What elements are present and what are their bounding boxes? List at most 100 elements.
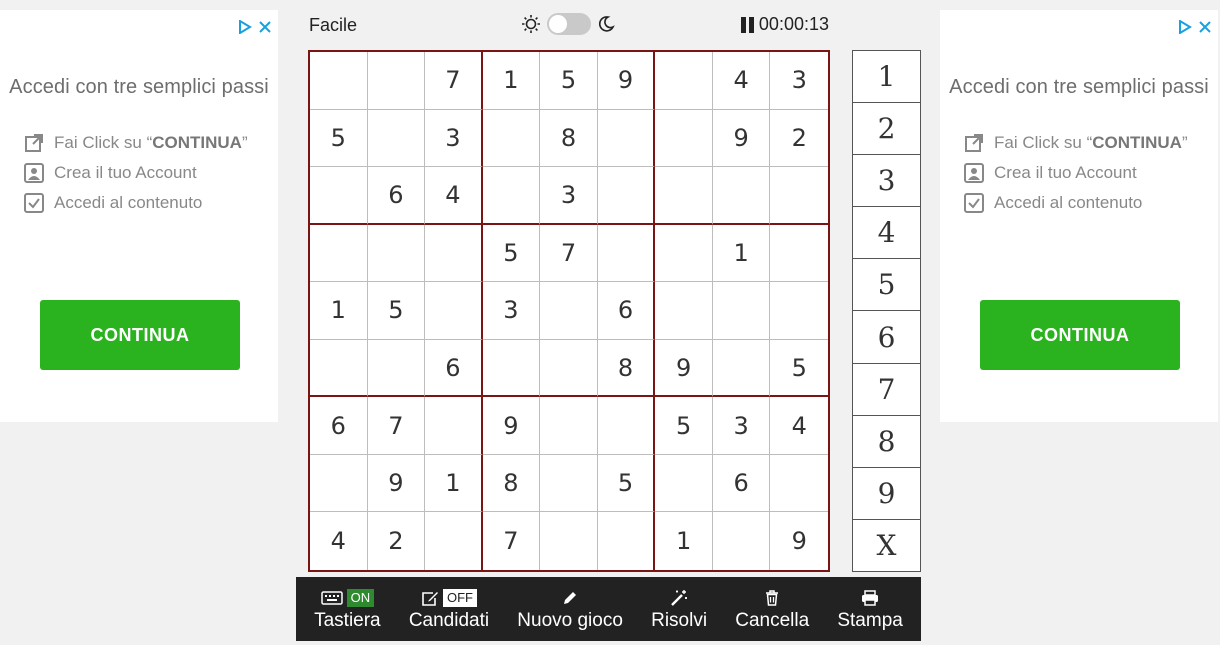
clear-button[interactable]: Cancella — [735, 586, 809, 632]
sudoku-cell[interactable]: 3 — [482, 282, 541, 340]
sudoku-cell[interactable]: 1 — [712, 224, 771, 283]
sudoku-cell[interactable] — [540, 512, 598, 570]
sudoku-cell[interactable]: 5 — [367, 282, 426, 340]
sudoku-cell[interactable]: 4 — [425, 167, 483, 225]
sudoku-cell[interactable] — [425, 397, 483, 455]
sudoku-cell[interactable]: 2 — [770, 110, 828, 168]
sudoku-cell[interactable]: 5 — [310, 109, 368, 168]
sudoku-cell[interactable] — [540, 339, 598, 398]
sudoku-cell[interactable] — [655, 52, 713, 110]
sudoku-cell[interactable]: 6 — [425, 339, 483, 398]
sudoku-cell[interactable] — [655, 167, 713, 225]
sudoku-cell[interactable] — [770, 282, 828, 340]
close-icon[interactable] — [1198, 20, 1212, 34]
sudoku-cell[interactable] — [713, 512, 771, 570]
sudoku-cell[interactable]: 7 — [367, 397, 426, 455]
adchoices-icon[interactable] — [1178, 20, 1192, 34]
sudoku-cell[interactable] — [367, 339, 426, 398]
numpad-key-3[interactable]: 3 — [853, 155, 920, 208]
adchoices-icon[interactable] — [238, 20, 252, 34]
close-icon[interactable] — [258, 20, 272, 34]
sudoku-cell[interactable]: 4 — [770, 397, 828, 455]
sudoku-cell[interactable] — [770, 455, 828, 513]
ad-continue-button[interactable]: CONTINUA — [40, 300, 240, 370]
sudoku-cell[interactable] — [655, 282, 713, 340]
ad-choices[interactable] — [238, 20, 272, 34]
sudoku-cell[interactable] — [655, 109, 713, 168]
sudoku-cell[interactable] — [540, 454, 598, 513]
sudoku-cell[interactable]: 2 — [368, 512, 426, 570]
sudoku-cell[interactable] — [367, 224, 426, 283]
sudoku-cell[interactable] — [597, 397, 656, 455]
sudoku-cell[interactable]: 3 — [770, 52, 828, 110]
theme-toggle[interactable] — [521, 13, 615, 35]
numpad-key-6[interactable]: 6 — [853, 311, 920, 364]
sudoku-cell[interactable] — [597, 224, 656, 283]
sudoku-cell[interactable] — [540, 397, 598, 455]
print-button[interactable]: Stampa — [837, 586, 903, 632]
sudoku-cell[interactable]: 8 — [540, 109, 598, 168]
sudoku-cell[interactable]: 5 — [770, 340, 828, 398]
sudoku-cell[interactable]: 9 — [712, 109, 771, 168]
sudoku-cell[interactable] — [425, 512, 483, 570]
sudoku-cell[interactable] — [482, 109, 541, 168]
sudoku-cell[interactable] — [597, 109, 656, 168]
sudoku-cell[interactable] — [482, 339, 541, 398]
difficulty-label[interactable]: Facile — [309, 15, 357, 36]
sudoku-cell[interactable] — [367, 109, 426, 168]
numpad-key-8[interactable]: 8 — [853, 416, 920, 468]
sudoku-cell[interactable] — [770, 167, 828, 225]
ad-banner-left[interactable]: Accedi con tre semplici passi Fai Click … — [0, 10, 278, 422]
sudoku-cell[interactable]: 7 — [425, 52, 483, 110]
numpad-key-4[interactable]: 4 — [853, 207, 920, 260]
sudoku-cell[interactable] — [367, 52, 426, 110]
numpad-clear-key[interactable]: X — [853, 520, 920, 571]
sudoku-cell[interactable] — [597, 167, 656, 225]
new-game-button[interactable]: Nuovo gioco — [517, 586, 623, 632]
sudoku-cell[interactable]: 1 — [425, 454, 483, 513]
sudoku-cell[interactable]: 7 — [483, 512, 541, 570]
numpad-key-1[interactable]: 1 — [853, 51, 920, 104]
sudoku-cell[interactable]: 8 — [597, 339, 656, 398]
sudoku-cell[interactable] — [310, 339, 368, 398]
sudoku-cell[interactable]: 4 — [310, 512, 368, 570]
sudoku-cell[interactable]: 3 — [425, 109, 483, 168]
sudoku-cell[interactable] — [310, 454, 368, 513]
numpad-key-2[interactable]: 2 — [853, 103, 920, 156]
sudoku-cell[interactable]: 9 — [770, 512, 828, 570]
sudoku-cell[interactable]: 6 — [597, 282, 656, 340]
sudoku-cell[interactable]: 9 — [367, 454, 426, 513]
sudoku-cell[interactable] — [425, 224, 483, 283]
ad-banner-right[interactable]: Accedi con tre semplici passi Fai Click … — [940, 10, 1218, 422]
keyboard-toggle-button[interactable]: ON Tastiera — [314, 586, 381, 632]
numpad-key-5[interactable]: 5 — [853, 259, 920, 312]
numpad-key-9[interactable]: 9 — [853, 468, 920, 520]
sudoku-cell[interactable]: 9 — [597, 52, 656, 110]
sudoku-cell[interactable] — [598, 512, 656, 570]
sudoku-cell[interactable]: 6 — [367, 167, 426, 225]
sudoku-cell[interactable]: 8 — [482, 454, 541, 513]
sudoku-cell[interactable]: 5 — [540, 52, 598, 110]
sudoku-cell[interactable]: 1 — [482, 52, 541, 110]
sudoku-cell[interactable]: 1 — [310, 282, 368, 340]
sudoku-cell[interactable]: 9 — [482, 397, 541, 455]
sudoku-cell[interactable]: 5 — [655, 397, 713, 455]
sudoku-cell[interactable]: 5 — [482, 224, 541, 283]
sudoku-cell[interactable] — [770, 225, 828, 283]
sudoku-cell[interactable]: 5 — [597, 454, 656, 513]
numpad-key-7[interactable]: 7 — [853, 364, 920, 416]
ad-choices[interactable] — [1178, 20, 1212, 34]
sudoku-cell[interactable] — [482, 167, 541, 225]
theme-switch[interactable] — [547, 13, 591, 35]
sudoku-cell[interactable] — [310, 224, 368, 283]
solve-button[interactable]: Risolvi — [651, 586, 707, 632]
sudoku-cell[interactable] — [712, 339, 771, 398]
sudoku-cell[interactable] — [712, 167, 771, 225]
ad-continue-button[interactable]: CONTINUA — [980, 300, 1180, 370]
candidates-toggle-button[interactable]: OFF Candidati — [409, 586, 489, 632]
sudoku-cell[interactable] — [310, 52, 368, 110]
sudoku-cell[interactable] — [655, 224, 713, 283]
sudoku-cell[interactable]: 3 — [540, 167, 598, 225]
sudoku-cell[interactable]: 1 — [655, 512, 713, 570]
sudoku-cell[interactable]: 4 — [712, 52, 771, 110]
